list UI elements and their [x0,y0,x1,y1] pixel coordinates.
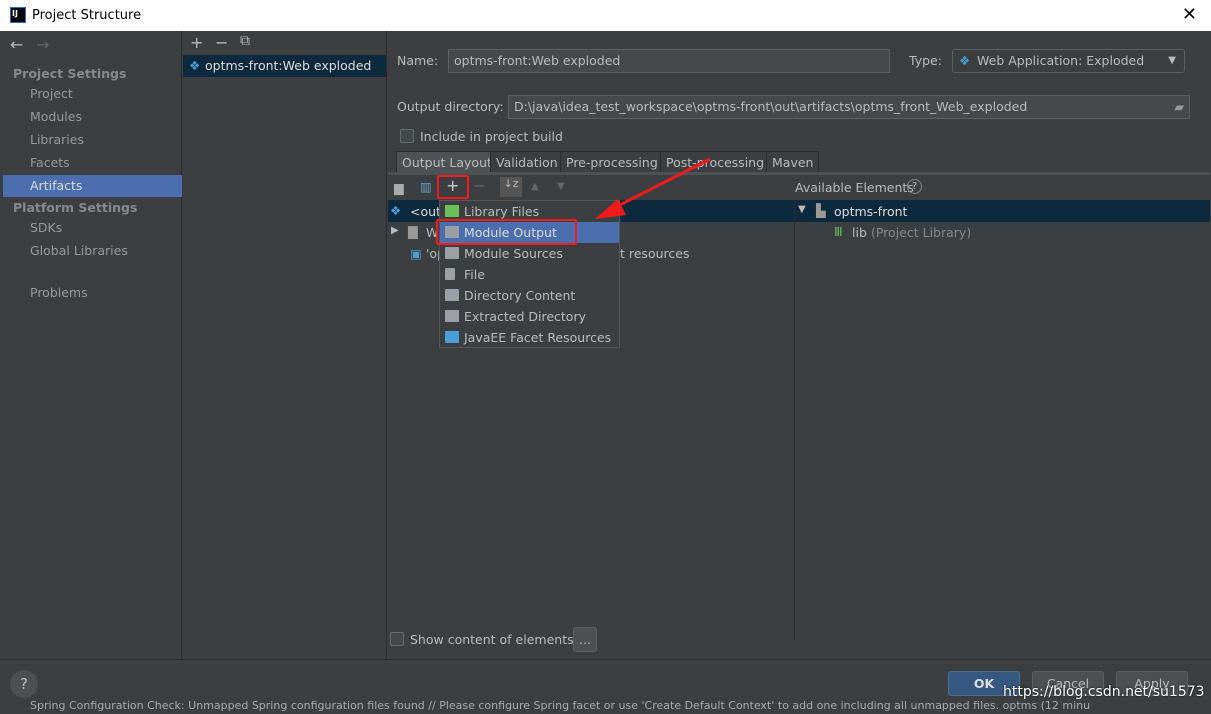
ellipsis-button[interactable]: ... [573,627,597,652]
library-note: (Project Library) [871,225,972,240]
layout-tree-item-tail: t resources [620,246,690,261]
help-button[interactable]: ? [10,670,38,698]
intellij-logo: IJ [10,7,26,23]
divider [794,200,795,640]
menu-item-javaee-facet-resources[interactable]: JavaEE Facet Resources [440,327,619,348]
facet-resources-icon: ▣ [410,246,422,261]
create-archive-icon[interactable]: ▥ [420,179,432,194]
name-input[interactable]: optms-front:Web exploded [448,49,890,73]
show-content-checkbox[interactable] [390,632,404,646]
sidebar-item-artifacts[interactable]: Artifacts [3,175,182,197]
module-icon: ▙ [816,203,826,218]
artifact-item[interactable]: ❖ optms-front:Web exploded [183,55,386,77]
output-directory-input[interactable]: D:\java\idea_test_workspace\optms-front\… [508,95,1190,119]
help-icon[interactable]: ? [907,179,922,194]
status-bar: Spring Configuration Check: Unmapped Spr… [0,699,1211,714]
name-label: Name: [397,53,439,68]
show-content-label: Show content of elements [410,632,574,647]
create-directory-icon[interactable]: ▆ [394,180,404,195]
close-button[interactable]: ✕ [1182,4,1197,25]
collapse-arrow-icon[interactable]: ▼ [798,204,806,215]
sidebar-item-global-libraries[interactable]: Global Libraries [3,240,182,262]
extracted-directory-icon [445,310,459,322]
move-up-icon[interactable]: ▲ [531,181,539,192]
sort-icon[interactable]: ↓z [500,177,522,197]
annotation-highlight [436,219,577,245]
menu-item-module-sources[interactable]: Module Sources [440,243,619,264]
menu-item-file[interactable]: File [440,264,619,285]
title-bar: IJ Project Structure ✕ [0,0,1211,31]
module-sources-icon [445,247,459,259]
tab-output-layout[interactable]: Output Layout [396,151,498,173]
section-platform-settings: Platform Settings [13,200,138,215]
type-select[interactable]: ❖ Web Application: Exploded ▼ [952,49,1185,73]
window-title: Project Structure [32,8,142,23]
include-in-build-label: Include in project build [420,129,563,144]
folder-icon [445,289,459,301]
add-element-icon[interactable]: + [446,176,459,195]
include-in-build-checkbox[interactable] [400,129,414,143]
output-directory-label: Output directory: [397,99,504,114]
tab-underline [388,172,1210,175]
library-icon: Ⅲ [834,224,843,239]
annotation-arrow [595,157,711,219]
sidebar-item-problems[interactable]: Problems [3,282,182,304]
library-icon [445,205,459,217]
remove-element-icon[interactable]: − [473,176,486,195]
artifact-list: + − ⧉ ❖ optms-front:Web exploded [183,31,387,659]
menu-item-directory-content[interactable]: Directory Content [440,285,619,306]
dialog-footer: ? OK Cancel Apply https://blog.csdn.net/… [0,659,1211,700]
facet-resources-icon [445,331,459,343]
web-artifact-icon: ❖ [959,53,971,68]
add-artifact-button[interactable]: + [190,33,203,52]
folder-browse-icon[interactable]: ▰ [1174,96,1184,118]
watermark: https://blog.csdn.net/su1573 [1003,684,1205,700]
sidebar-item-modules[interactable]: Modules [3,106,182,128]
file-icon [445,268,455,280]
sidebar-item-libraries[interactable]: Libraries [3,129,182,151]
section-project-settings: Project Settings [13,66,127,81]
move-down-icon[interactable]: ▼ [557,181,565,192]
chevron-down-icon: ▼ [1168,55,1176,66]
folder-icon: ▇ [408,224,418,239]
sidebar-item-sdks[interactable]: SDKs [3,217,182,239]
type-label: Type: [909,53,942,68]
forward-arrow-icon[interactable]: → [36,35,49,54]
expand-arrow-icon[interactable]: ▶ [391,225,399,236]
menu-item-extracted-directory[interactable]: Extracted Directory [440,306,619,327]
output-root-icon: ❖ [390,203,402,218]
copy-artifact-button[interactable]: ⧉ [240,33,250,49]
available-library[interactable]: lib [852,225,867,240]
remove-artifact-button[interactable]: − [215,33,228,52]
tab-maven[interactable]: Maven [766,151,820,173]
available-elements-title: Available Elements [795,180,914,195]
back-arrow-icon[interactable]: ← [10,35,23,54]
sidebar: ← → Project Settings Project Modules Lib… [3,31,182,659]
sidebar-item-facets[interactable]: Facets [3,152,182,174]
available-module[interactable]: optms-front [834,204,907,219]
web-artifact-icon: ❖ [189,58,201,73]
tab-validation[interactable]: Validation [490,151,564,173]
sidebar-item-project[interactable]: Project [3,83,182,105]
